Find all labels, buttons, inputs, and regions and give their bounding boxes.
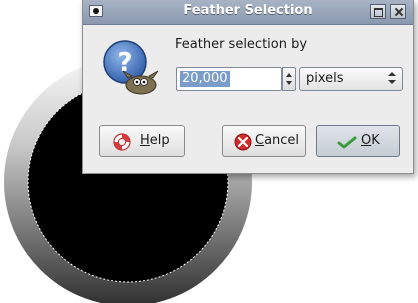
combo-down-arrow-icon (388, 80, 396, 84)
ok-button[interactable]: OK (316, 125, 400, 157)
ok-button-label: OK (361, 133, 380, 148)
feather-label: Feather selection by (175, 37, 308, 52)
checkmark-icon (337, 136, 357, 149)
feather-amount-spinner[interactable] (282, 67, 296, 91)
feather-amount-input[interactable]: 20,000 (176, 67, 282, 91)
combo-up-arrow-icon (388, 72, 396, 76)
dialog-title: Feather Selection (183, 3, 313, 18)
title-bar[interactable]: Feather Selection (83, 0, 413, 25)
maximize-icon[interactable] (370, 4, 386, 19)
help-button-label: Help (140, 133, 170, 148)
cancel-button-label: Cancel (255, 133, 300, 148)
unit-select-value: pixels (306, 71, 344, 86)
question-mark-wilber-icon: ? (103, 40, 159, 95)
cancel-x-icon (234, 133, 252, 151)
feather-amount-value: 20,000 (180, 71, 230, 87)
unit-select[interactable]: pixels (299, 67, 403, 91)
close-icon[interactable] (390, 4, 406, 19)
cancel-button[interactable]: Cancel (222, 125, 306, 157)
feather-selection-dialog: Feather Selection ? Feather selection by… (82, 0, 414, 174)
spin-down-icon[interactable] (286, 81, 292, 85)
help-button[interactable]: Help (99, 125, 185, 157)
lifebuoy-icon (113, 133, 131, 151)
spin-up-icon[interactable] (286, 73, 292, 77)
